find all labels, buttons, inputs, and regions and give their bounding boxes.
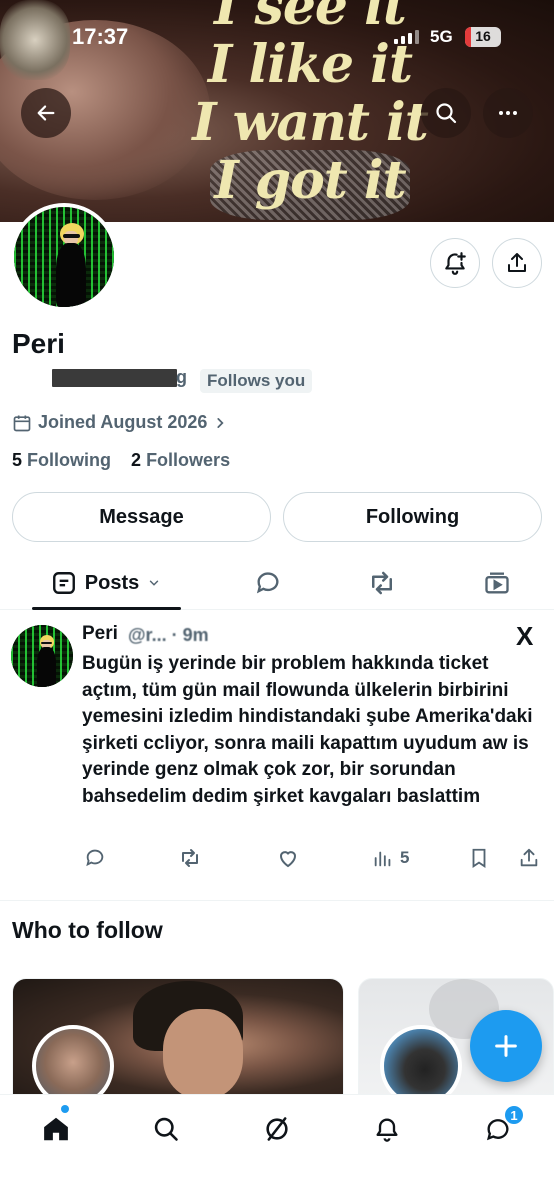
compose-button[interactable] xyxy=(470,1010,542,1082)
joined-date[interactable]: Joined August 2026 xyxy=(12,412,227,433)
profile-avatar[interactable] xyxy=(10,203,118,311)
reply-icon xyxy=(86,849,104,867)
followers-link[interactable]: 2 Followers xyxy=(131,450,230,470)
repost-icon xyxy=(372,571,392,595)
tab-replies[interactable] xyxy=(248,556,288,610)
followers-count: 2 xyxy=(131,450,142,470)
redacted-bar xyxy=(52,369,177,387)
views-chart-icon xyxy=(374,851,391,867)
views-count: 5 xyxy=(400,848,410,867)
plus-icon xyxy=(495,1035,517,1057)
bell-icon xyxy=(376,1118,398,1142)
post-actions: 5 xyxy=(0,845,554,871)
home-unread-dot xyxy=(61,1105,69,1113)
like-button[interactable] xyxy=(276,845,300,871)
who-to-follow-title: Who to follow xyxy=(12,917,163,943)
network-label: 5G xyxy=(430,27,453,46)
nav-grok[interactable] xyxy=(257,1109,297,1149)
reply-icon xyxy=(256,572,279,594)
post-avatar[interactable] xyxy=(11,625,73,687)
calendar-icon xyxy=(13,415,31,431)
profile-name: Peri xyxy=(12,328,65,359)
share-button[interactable] xyxy=(518,845,540,871)
repost-icon xyxy=(182,849,198,867)
handle-tail: g xyxy=(176,367,187,387)
active-tab-indicator xyxy=(32,607,181,610)
status-bar: 17:37 5G 16 xyxy=(0,24,554,52)
notify-button[interactable] xyxy=(430,238,480,288)
following-label: Following xyxy=(27,450,112,470)
banner-line-4: I got it xyxy=(214,150,406,211)
post-text: Bugün iş yerinde bir problem hakkında ti… xyxy=(82,653,533,807)
x-logo-icon: X xyxy=(516,621,534,651)
posts-icon xyxy=(52,572,75,594)
profile-handle: g xyxy=(36,367,187,387)
messages-badge: 1 xyxy=(503,1104,525,1126)
post-meta: @r... · 9m xyxy=(128,625,209,645)
post-author[interactable]: Peri xyxy=(82,623,118,645)
home-icon xyxy=(44,1117,68,1141)
signal-icon xyxy=(394,30,419,44)
heart-icon xyxy=(279,851,297,868)
more-horizontal-icon xyxy=(499,111,517,115)
message-button[interactable]: Message xyxy=(12,492,271,542)
nav-home[interactable] xyxy=(36,1109,76,1149)
tab-posts-label: Posts xyxy=(84,571,140,594)
nav-notifications[interactable] xyxy=(367,1109,407,1149)
post[interactable]: Peri @r... · 9m X Bugün iş yerinde bir p… xyxy=(0,611,554,901)
tab-reposts[interactable] xyxy=(362,556,402,610)
status-time: 17:37 xyxy=(72,24,129,49)
bookmark-icon xyxy=(472,848,486,868)
bookmark-button[interactable] xyxy=(468,845,490,871)
share-profile-button[interactable] xyxy=(492,238,542,288)
nav-search[interactable] xyxy=(146,1109,186,1149)
views-button[interactable]: 5 xyxy=(372,845,409,871)
reply-button[interactable] xyxy=(84,845,106,871)
search-button[interactable] xyxy=(421,88,471,138)
joined-label: Joined August 2026 xyxy=(38,412,208,432)
followers-label: Followers xyxy=(146,450,231,470)
share-icon xyxy=(520,848,538,867)
search-icon xyxy=(154,1117,178,1141)
search-icon xyxy=(436,103,457,124)
tab-posts[interactable]: Posts xyxy=(32,556,180,610)
back-button[interactable] xyxy=(21,88,71,138)
chevron-down-icon xyxy=(150,580,159,586)
bell-plus-icon xyxy=(445,252,466,275)
following-link[interactable]: 5 Following xyxy=(12,450,111,470)
battery-level: 16 xyxy=(475,28,491,44)
following-button[interactable]: Following xyxy=(283,492,542,542)
profile-tabs: Posts xyxy=(0,556,554,610)
more-options-button[interactable] xyxy=(483,88,533,138)
bottom-nav xyxy=(0,1094,554,1200)
video-icon xyxy=(485,572,509,594)
chevron-right-icon xyxy=(217,417,224,428)
battery-icon: 16 xyxy=(465,27,501,47)
follow-counts: 5 Following 2 Followers xyxy=(12,450,230,471)
banner-line-3: I want it xyxy=(192,92,429,153)
arrow-left-icon xyxy=(37,105,55,121)
following-count: 5 xyxy=(12,450,23,470)
follows-you-badge: Follows you xyxy=(200,369,313,393)
grok-icon xyxy=(266,1117,288,1141)
tab-media[interactable] xyxy=(477,556,517,610)
repost-button[interactable] xyxy=(178,845,202,871)
share-icon xyxy=(508,253,526,272)
